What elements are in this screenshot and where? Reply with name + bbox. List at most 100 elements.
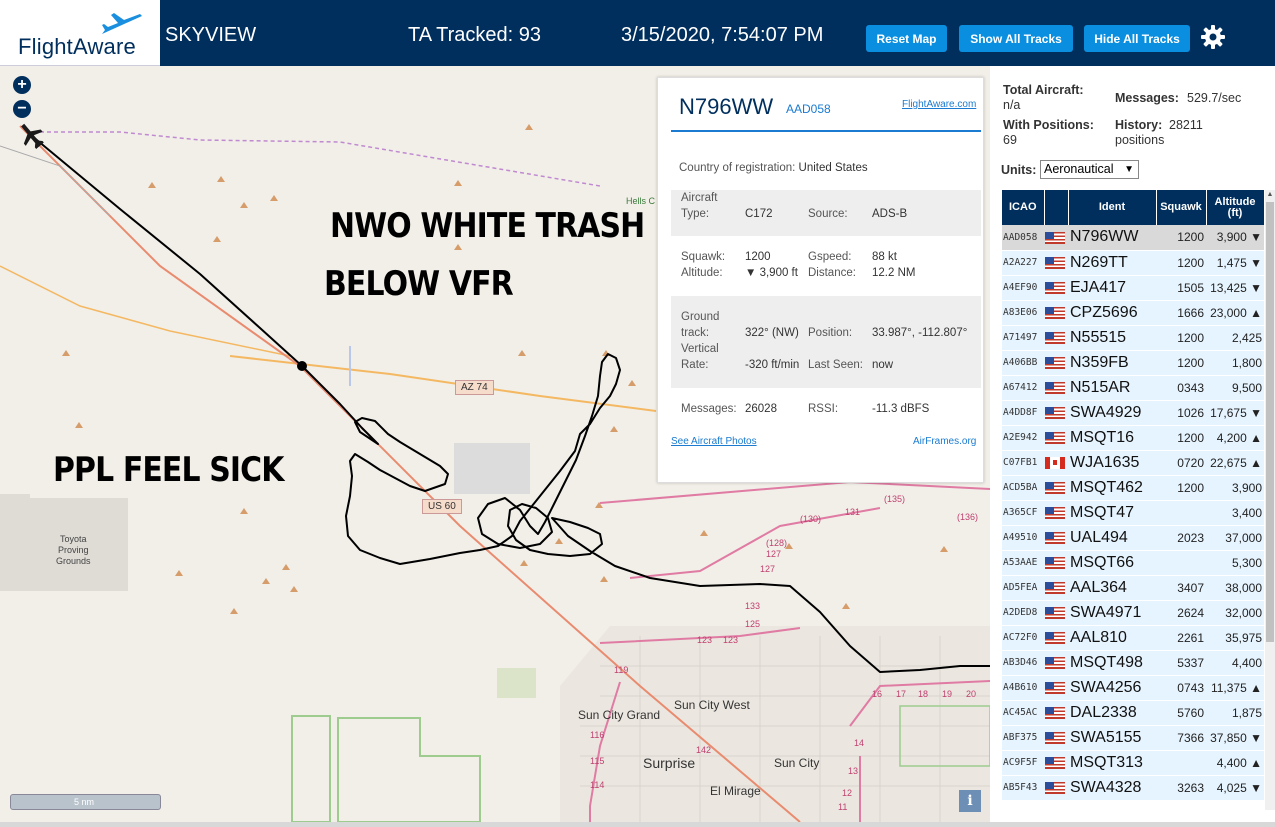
table-scrollbar-thumb[interactable] bbox=[1266, 202, 1274, 642]
road-us60: US 60 bbox=[422, 499, 462, 514]
scale-bar: 5 nm bbox=[10, 794, 161, 810]
units-label: Units: bbox=[1001, 163, 1037, 177]
show-all-tracks-button[interactable]: Show All Tracks bbox=[959, 25, 1073, 52]
cell-altitude: 5,300 bbox=[1206, 550, 1264, 576]
flag-icon bbox=[1044, 225, 1068, 251]
table-row[interactable]: AB5F43 SWA4328 3263 4,025 ▼ bbox=[1002, 775, 1264, 801]
aircraft-photos-link[interactable]: See Aircraft Photos bbox=[671, 436, 757, 447]
us-flag-icon bbox=[1045, 482, 1065, 495]
flag-icon bbox=[1044, 725, 1068, 751]
exit-label: 20 bbox=[966, 689, 977, 699]
col-squawk-header[interactable]: Squawk bbox=[1156, 190, 1207, 225]
table-row[interactable]: A4DD8F SWA4929 1026 17,675 ▼ bbox=[1002, 400, 1264, 426]
hide-all-tracks-button[interactable]: Hide All Tracks bbox=[1084, 25, 1190, 52]
table-row[interactable]: A49510 UAL494 2023 37,000 bbox=[1002, 525, 1264, 551]
table-row[interactable]: A406BB N359FB 1200 1,800 bbox=[1002, 350, 1264, 376]
exit-label: 14 bbox=[854, 738, 865, 748]
place-toyota-3: Grounds bbox=[56, 556, 91, 566]
cell-altitude: 1,875 bbox=[1206, 700, 1264, 726]
skyview-app: FlightAware SKYVIEW TA Tracked: 93 3/15/… bbox=[0, 0, 1275, 827]
table-row[interactable]: A71497 N55515 1200 2,425 bbox=[1002, 325, 1264, 351]
place-sun-city: Sun City bbox=[774, 756, 820, 770]
info-icon[interactable]: i bbox=[959, 790, 981, 812]
table-row[interactable]: A67412 N515AR 0343 9,500 bbox=[1002, 375, 1264, 401]
cell-altitude: 2,425 bbox=[1206, 325, 1264, 351]
exit-label: 127 bbox=[766, 549, 782, 559]
cell-ident: SWA5155 bbox=[1068, 725, 1156, 751]
table-row[interactable]: ABF375 SWA5155 7366 37,850 ▼ bbox=[1002, 725, 1264, 751]
table-row[interactable]: A2A227 N269TT 1200 1,475 ▼ bbox=[1002, 250, 1264, 276]
col-icao-header[interactable]: ICAO bbox=[1002, 190, 1045, 225]
table-row[interactable]: C07FB1 WJA1635 0720 22,675 ▲ bbox=[1002, 450, 1264, 476]
flag-icon bbox=[1044, 250, 1068, 276]
table-row[interactable]: AC72F0 AAL810 2261 35,975 bbox=[1002, 625, 1264, 651]
flag-icon bbox=[1044, 325, 1068, 351]
squawk-value: 1200 bbox=[745, 251, 771, 263]
exit-label: 11 bbox=[838, 802, 848, 812]
flag-icon bbox=[1044, 500, 1068, 526]
table-row[interactable]: A4B610 SWA4256 0743 11,375 ▲ bbox=[1002, 675, 1264, 701]
table-row[interactable]: AAD058 N796WW 1200 3,900 ▼ bbox=[1002, 225, 1264, 251]
aircraft-table: ICAO Ident Squawk Altitude (ft) AAD058 N79… bbox=[1002, 190, 1265, 801]
cell-icao: AD5FEA bbox=[1002, 575, 1044, 601]
zoom-in-button[interactable]: + bbox=[13, 76, 31, 94]
cell-ident: UAL494 bbox=[1068, 525, 1156, 551]
us-flag-icon bbox=[1045, 507, 1065, 520]
us-flag-icon bbox=[1045, 432, 1065, 445]
exit-label: 116 bbox=[590, 730, 605, 740]
units-select[interactable]: Aeronautical ▼ bbox=[1040, 160, 1139, 179]
vrate-value: -320 ft/min bbox=[745, 359, 800, 371]
canada-flag-icon bbox=[1045, 457, 1065, 470]
us-flag-icon bbox=[1045, 232, 1065, 245]
cell-squawk: 1200 bbox=[1156, 250, 1206, 276]
flightaware-logo[interactable]: FlightAware bbox=[0, 0, 160, 66]
table-row[interactable]: A53AAE MSQT66 5,300 bbox=[1002, 550, 1264, 576]
cell-squawk bbox=[1156, 500, 1206, 526]
table-row[interactable]: A4EF90 EJA417 1505 13,425 ▼ bbox=[1002, 275, 1264, 301]
cell-squawk: 1026 bbox=[1156, 400, 1206, 426]
us-flag-icon bbox=[1045, 382, 1065, 395]
exit-label: 17 bbox=[896, 689, 907, 699]
cell-icao: AAD058 bbox=[1002, 225, 1044, 251]
cell-ident: MSQT47 bbox=[1068, 500, 1156, 526]
source-value: ADS-B bbox=[872, 208, 908, 220]
col-flag-header[interactable] bbox=[1044, 190, 1069, 225]
altitude-value: ▼ 3,900 ft bbox=[745, 267, 798, 279]
annotation-nwo: NWO WHITE TRASH bbox=[330, 206, 645, 246]
col-ident-header[interactable]: Ident bbox=[1068, 190, 1157, 225]
gear-icon[interactable] bbox=[1200, 24, 1226, 50]
us-flag-icon bbox=[1045, 532, 1065, 545]
place-toyota-2: Proving bbox=[58, 545, 89, 555]
us-flag-icon bbox=[1045, 732, 1065, 745]
table-row[interactable]: A2E942 MSQT16 1200 4,200 ▲ bbox=[1002, 425, 1264, 451]
altitude-header-line-2: (ft) bbox=[1227, 206, 1243, 219]
app-name: SKYVIEW bbox=[165, 24, 257, 46]
scroll-up-icon[interactable]: ▲ bbox=[1266, 191, 1274, 198]
messages-rate-value: 529.7/sec bbox=[1187, 91, 1242, 105]
table-row[interactable]: ACD5BA MSQT462 1200 3,900 bbox=[1002, 475, 1264, 501]
cell-altitude: 37,000 bbox=[1206, 525, 1264, 551]
cell-ident: AAL364 bbox=[1068, 575, 1156, 601]
table-row[interactable]: AB3D46 MSQT498 5337 4,400 bbox=[1002, 650, 1264, 676]
cell-squawk: 7366 bbox=[1156, 725, 1206, 751]
units-selected-value: Aeronautical bbox=[1044, 162, 1114, 176]
table-row[interactable]: AC45AC DAL2338 5760 1,875 bbox=[1002, 700, 1264, 726]
messages-label: Messages: bbox=[681, 403, 737, 415]
col-altitude-header[interactable]: Altitude (ft) bbox=[1206, 190, 1265, 225]
table-row[interactable]: A2DED8 SWA4971 2624 32,000 bbox=[1002, 600, 1264, 626]
table-row[interactable]: A83E06 CPZ5696 1666 23,000 ▲ bbox=[1002, 300, 1264, 326]
zoom-out-button[interactable]: − bbox=[13, 100, 31, 118]
flightaware-link[interactable]: FlightAware.com bbox=[902, 99, 976, 110]
exit-label: 123 bbox=[723, 635, 739, 645]
cell-ident: MSQT498 bbox=[1068, 650, 1156, 676]
cell-icao: ABF375 bbox=[1002, 725, 1044, 751]
table-row[interactable]: A365CF MSQT47 3,400 bbox=[1002, 500, 1264, 526]
place-sun-city-west: Sun City West bbox=[674, 698, 750, 712]
table-row[interactable]: AC9F5F MSQT313 4,400 ▲ bbox=[1002, 750, 1264, 776]
table-row[interactable]: AD5FEA AAL364 3407 38,000 bbox=[1002, 575, 1264, 601]
gspeed-label: Gspeed: bbox=[808, 251, 852, 263]
us-flag-icon bbox=[1045, 557, 1065, 570]
airframes-link[interactable]: AirFrames.org bbox=[913, 436, 976, 447]
cell-squawk: 2261 bbox=[1156, 625, 1206, 651]
reset-map-button[interactable]: Reset Map bbox=[866, 25, 947, 52]
